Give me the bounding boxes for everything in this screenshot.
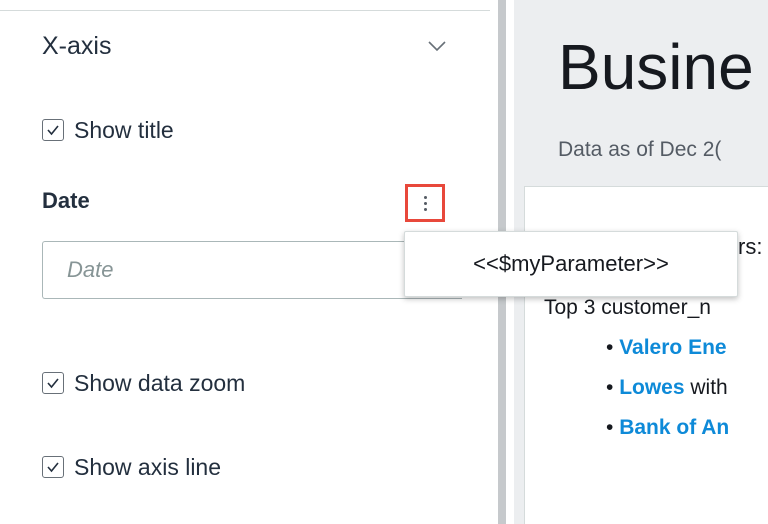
bullet-dot: • (606, 416, 620, 439)
list-item-text: with (684, 376, 728, 399)
chevron-down-icon[interactable] (426, 38, 448, 54)
list-item: • Lowes with (606, 376, 728, 400)
date-input[interactable] (42, 241, 462, 299)
top-customers-line: Top 3 customer_n (544, 296, 711, 319)
show-axis-line-checkbox[interactable] (42, 456, 64, 478)
x-axis-section-header[interactable]: X-axis (42, 28, 457, 68)
checkmark-icon (47, 462, 59, 473)
document-title: Busine (558, 31, 754, 103)
section-title: X-axis (42, 32, 112, 60)
field-options-button[interactable] (405, 184, 445, 222)
show-title-label: Show title (74, 116, 174, 143)
more-vertical-icon (423, 195, 427, 211)
checkmark-icon (47, 125, 59, 136)
list-item: • Bank of An (606, 416, 729, 440)
show-title-checkbox[interactable] (42, 119, 64, 141)
show-title-checkbox-row[interactable]: Show title (42, 115, 174, 145)
show-axis-line-label: Show axis line (74, 453, 222, 480)
show-axis-line-checkbox-row[interactable]: Show axis line (42, 452, 221, 482)
bullet-dot: • (606, 336, 620, 359)
show-data-zoom-checkbox[interactable] (42, 372, 64, 394)
divider (0, 10, 490, 11)
customer-link[interactable]: Bank of An (619, 416, 729, 439)
list-item: • Valero Ene (606, 336, 727, 360)
parameter-dropdown-menu: <<$myParameter>> (404, 231, 738, 297)
parameter-menu-item[interactable]: <<$myParameter>> (405, 232, 737, 296)
text-fragment: rs: (738, 234, 763, 259)
customer-link[interactable]: Valero Ene (619, 336, 726, 359)
bullet-dot: • (606, 376, 620, 399)
checkmark-icon (47, 378, 59, 389)
customer-link[interactable]: Lowes (619, 376, 684, 399)
show-data-zoom-checkbox-row[interactable]: Show data zoom (42, 368, 245, 398)
date-field-label: Date (42, 188, 90, 213)
document-subtitle: Data as of Dec 2( (558, 138, 722, 161)
show-data-zoom-label: Show data zoom (74, 369, 246, 396)
